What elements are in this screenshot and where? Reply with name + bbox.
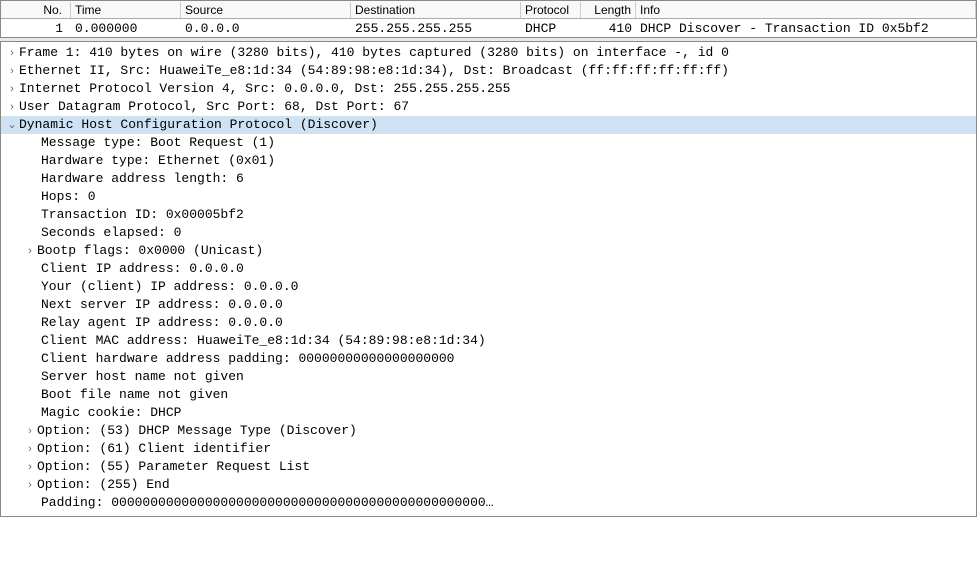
- field-label: Relay agent IP address: 0.0.0.0: [41, 314, 283, 332]
- expand-icon[interactable]: ›: [5, 98, 19, 116]
- tree-frame[interactable]: › Frame 1: 410 bytes on wire (3280 bits)…: [1, 44, 976, 62]
- dhcp-file[interactable]: Boot file name not given: [1, 386, 976, 404]
- field-label: Hardware address length: 6: [41, 170, 244, 188]
- tree-label: Internet Protocol Version 4, Src: 0.0.0.…: [19, 80, 510, 98]
- field-label: Client IP address: 0.0.0.0: [41, 260, 244, 278]
- tree-label: User Datagram Protocol, Src Port: 68, Ds…: [19, 98, 409, 116]
- tree-dhcp[interactable]: ⌄ Dynamic Host Configuration Protocol (D…: [1, 116, 976, 134]
- col-header-destination[interactable]: Destination: [351, 2, 521, 18]
- dhcp-chaddr-padding[interactable]: Client hardware address padding: 0000000…: [1, 350, 976, 368]
- field-label: Bootp flags: 0x0000 (Unicast): [37, 242, 263, 260]
- cell-time: 0.000000: [71, 21, 181, 36]
- field-label: Magic cookie: DHCP: [41, 404, 181, 422]
- expand-icon[interactable]: ›: [23, 440, 37, 458]
- expand-icon[interactable]: ›: [5, 80, 19, 98]
- field-label: Client MAC address: HuaweiTe_e8:1d:34 (5…: [41, 332, 486, 350]
- col-header-info[interactable]: Info: [636, 2, 976, 18]
- dhcp-chaddr[interactable]: Client MAC address: HuaweiTe_e8:1d:34 (5…: [1, 332, 976, 350]
- dhcp-hw-type[interactable]: Hardware type: Ethernet (0x01): [1, 152, 976, 170]
- field-label: Client hardware address padding: 0000000…: [41, 350, 454, 368]
- dhcp-giaddr[interactable]: Relay agent IP address: 0.0.0.0: [1, 314, 976, 332]
- expand-icon[interactable]: ›: [23, 458, 37, 476]
- field-label: Server host name not given: [41, 368, 244, 386]
- tree-label: Dynamic Host Configuration Protocol (Dis…: [19, 116, 378, 134]
- tree-udp[interactable]: › User Datagram Protocol, Src Port: 68, …: [1, 98, 976, 116]
- cell-protocol: DHCP: [521, 21, 581, 36]
- expand-icon[interactable]: ›: [5, 62, 19, 80]
- field-label: Option: (55) Parameter Request List: [37, 458, 310, 476]
- dhcp-secs[interactable]: Seconds elapsed: 0: [1, 224, 976, 242]
- dhcp-hops[interactable]: Hops: 0: [1, 188, 976, 206]
- field-label: Message type: Boot Request (1): [41, 134, 275, 152]
- collapse-icon[interactable]: ⌄: [5, 116, 19, 134]
- dhcp-sname[interactable]: Server host name not given: [1, 368, 976, 386]
- dhcp-hw-len[interactable]: Hardware address length: 6: [1, 170, 976, 188]
- dhcp-opt-53[interactable]: › Option: (53) DHCP Message Type (Discov…: [1, 422, 976, 440]
- tree-ip[interactable]: › Internet Protocol Version 4, Src: 0.0.…: [1, 80, 976, 98]
- packet-details-pane: › Frame 1: 410 bytes on wire (3280 bits)…: [0, 42, 977, 517]
- dhcp-siaddr[interactable]: Next server IP address: 0.0.0.0: [1, 296, 976, 314]
- field-label: Seconds elapsed: 0: [41, 224, 181, 242]
- col-header-source[interactable]: Source: [181, 2, 351, 18]
- field-label: Hops: 0: [41, 188, 96, 206]
- cell-info: DHCP Discover - Transaction ID 0x5bf2: [636, 21, 976, 36]
- field-label: Next server IP address: 0.0.0.0: [41, 296, 283, 314]
- field-label: Option: (53) DHCP Message Type (Discover…: [37, 422, 357, 440]
- tree-ethernet[interactable]: › Ethernet II, Src: HuaweiTe_e8:1d:34 (5…: [1, 62, 976, 80]
- dhcp-opt-255[interactable]: › Option: (255) End: [1, 476, 976, 494]
- cell-source: 0.0.0.0: [181, 21, 351, 36]
- dhcp-opt-61[interactable]: › Option: (61) Client identifier: [1, 440, 976, 458]
- expand-icon[interactable]: ›: [23, 476, 37, 494]
- dhcp-yiaddr[interactable]: Your (client) IP address: 0.0.0.0: [1, 278, 976, 296]
- dhcp-opt-55[interactable]: › Option: (55) Parameter Request List: [1, 458, 976, 476]
- dhcp-flags[interactable]: › Bootp flags: 0x0000 (Unicast): [1, 242, 976, 260]
- dhcp-ciaddr[interactable]: Client IP address: 0.0.0.0: [1, 260, 976, 278]
- field-label: Hardware type: Ethernet (0x01): [41, 152, 275, 170]
- dhcp-xid[interactable]: Transaction ID: 0x00005bf2: [1, 206, 976, 224]
- col-header-time[interactable]: Time: [71, 2, 181, 18]
- col-header-length[interactable]: Length: [581, 2, 636, 18]
- cell-length: 410: [581, 21, 636, 36]
- col-header-protocol[interactable]: Protocol: [521, 2, 581, 18]
- tree-label: Ethernet II, Src: HuaweiTe_e8:1d:34 (54:…: [19, 62, 729, 80]
- packet-list-header: No. Time Source Destination Protocol Len…: [1, 1, 976, 19]
- field-label: Padding: 0000000000000000000000000000000…: [41, 494, 493, 512]
- field-label: Your (client) IP address: 0.0.0.0: [41, 278, 298, 296]
- field-label: Boot file name not given: [41, 386, 228, 404]
- field-label: Transaction ID: 0x00005bf2: [41, 206, 244, 224]
- col-header-no[interactable]: No.: [1, 2, 71, 18]
- dhcp-msg-type[interactable]: Message type: Boot Request (1): [1, 134, 976, 152]
- tree-label: Frame 1: 410 bytes on wire (3280 bits), …: [19, 44, 729, 62]
- field-label: Option: (61) Client identifier: [37, 440, 271, 458]
- field-label: Option: (255) End: [37, 476, 170, 494]
- dhcp-cookie[interactable]: Magic cookie: DHCP: [1, 404, 976, 422]
- cell-no: 1: [1, 21, 71, 36]
- expand-icon[interactable]: ›: [5, 44, 19, 62]
- packet-row[interactable]: 1 0.000000 0.0.0.0 255.255.255.255 DHCP …: [1, 19, 976, 37]
- dhcp-padding[interactable]: Padding: 0000000000000000000000000000000…: [1, 494, 976, 512]
- packet-list-pane: No. Time Source Destination Protocol Len…: [0, 0, 977, 37]
- cell-destination: 255.255.255.255: [351, 21, 521, 36]
- expand-icon[interactable]: ›: [23, 422, 37, 440]
- expand-icon[interactable]: ›: [23, 242, 37, 260]
